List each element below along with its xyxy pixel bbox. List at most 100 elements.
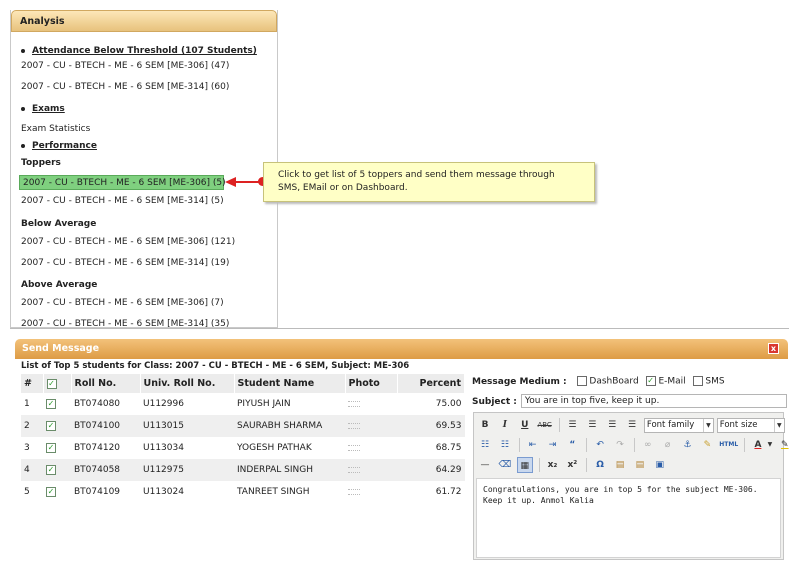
font-size-select[interactable]: Font size ▼	[716, 417, 785, 433]
table-header-row: # ✓ Roll No. Univ. Roll No. Student Name…	[21, 374, 465, 393]
above-average-item[interactable]: 2007 - CU - BTECH - ME - 6 SEM [ME-314] …	[21, 319, 229, 327]
font-family-select[interactable]: Font family ▼	[643, 417, 714, 433]
visual-aid-icon[interactable]: ▦	[516, 457, 533, 473]
align-justify-icon[interactable]: ☰	[624, 417, 640, 433]
medium-option-email[interactable]: ✓ E-Mail	[645, 376, 686, 387]
tooltip-line: SMS, EMail or on Dashboard.	[278, 183, 408, 193]
medium-option-label: E-Mail	[658, 376, 686, 387]
toppers-item[interactable]: 2007 - CU - BTECH - ME - 6 SEM [ME-314] …	[21, 196, 224, 206]
below-average-label: Below Average	[21, 219, 97, 229]
link-icon[interactable]: ∞	[640, 437, 656, 453]
attendance-item[interactable]: 2007 - CU - BTECH - ME - 6 SEM [ME-306] …	[21, 61, 229, 71]
anchor-icon[interactable]: ⚓	[680, 437, 696, 453]
row-select[interactable]: ✓	[43, 437, 71, 459]
align-right-icon[interactable]: ☰	[604, 417, 620, 433]
medium-option-dashboard[interactable]: DashBoard	[576, 376, 639, 387]
photo-placeholder-icon	[348, 466, 360, 473]
outdent-icon[interactable]: ⇤	[525, 437, 541, 453]
blockquote-icon[interactable]: “	[564, 437, 580, 453]
student-name: YOGESH PATHAK	[237, 443, 312, 453]
paste-icon[interactable]: ▤	[612, 457, 628, 473]
row-select[interactable]: ✓	[43, 415, 71, 437]
indent-icon[interactable]: ⇥	[545, 437, 561, 453]
text-color-icon[interactable]: A	[750, 437, 766, 453]
row-number: 5	[24, 487, 30, 497]
exam-statistics-link[interactable]: Exam Statistics	[21, 124, 90, 134]
univ-roll-no: U113015	[140, 415, 234, 437]
undo-icon[interactable]: ↶	[592, 437, 608, 453]
html-icon[interactable]: HTML	[719, 437, 738, 453]
photo	[345, 481, 397, 503]
special-char-icon[interactable]: Ω	[592, 457, 608, 473]
table-row: 3 ✓ BT074120 U113034 YOGESH PATHAK 68.75	[21, 437, 465, 459]
attendance-heading[interactable]: Attendance Below Threshold (107 Students…	[32, 46, 257, 56]
superscript-icon[interactable]: x²	[564, 457, 580, 473]
table-row: 1 ✓ BT074080 U112996 PIYUSH JAIN 75.00	[21, 393, 465, 415]
checkbox-icon[interactable]: ✓	[46, 378, 57, 389]
message-medium-label: Message Medium :	[472, 376, 567, 387]
redo-icon[interactable]: ↷	[612, 437, 628, 453]
subject-input[interactable]: You are in top five, keep it up.	[520, 394, 787, 408]
roll-no: BT074100	[71, 415, 140, 437]
table-row: 5 ✓ BT074109 U113024 TANREET SINGH 61.72	[21, 481, 465, 503]
student-name: TANREET SINGH	[237, 487, 310, 497]
photo	[345, 415, 397, 437]
horizontal-rule-icon[interactable]: —	[477, 457, 493, 473]
numbered-list-icon[interactable]: ☷	[497, 437, 513, 453]
bullet-list-icon[interactable]: ☷	[477, 437, 493, 453]
below-average-item[interactable]: 2007 - CU - BTECH - ME - 6 SEM [ME-314] …	[21, 258, 229, 268]
medium-option-sms[interactable]: SMS	[692, 376, 725, 387]
column-header: Univ. Roll No.	[140, 374, 235, 393]
toppers-item-highlighted[interactable]: 2007 - CU - BTECH - ME - 6 SEM [ME-306] …	[19, 175, 226, 190]
photo-placeholder-icon	[348, 422, 360, 429]
checkbox-icon[interactable]	[692, 376, 703, 386]
message-body[interactable]: Congratulations, you are in top 5 for th…	[476, 478, 781, 558]
chevron-down-icon[interactable]: ▼	[767, 437, 773, 453]
subject-label: Subject :	[472, 396, 517, 407]
percent: 61.72	[435, 487, 462, 497]
align-left-icon[interactable]: ☰	[564, 417, 580, 433]
medium-option-label: SMS	[705, 376, 725, 387]
remove-format-icon[interactable]: ⌫	[497, 457, 513, 473]
checkbox-icon[interactable]: ✓	[46, 486, 56, 497]
font-family-value: Font family	[646, 419, 695, 430]
photo	[345, 393, 397, 415]
cleanup-icon[interactable]: ✎	[699, 437, 715, 453]
underline-icon[interactable]: U	[517, 417, 533, 433]
performance-heading[interactable]: Performance	[32, 141, 97, 151]
roll-no: BT074109	[74, 487, 121, 497]
paste-text-icon[interactable]: ▤	[632, 457, 648, 473]
row-select[interactable]: ✓	[43, 459, 71, 481]
below-average-item[interactable]: 2007 - CU - BTECH - ME - 6 SEM [ME-306] …	[21, 237, 235, 247]
close-button[interactable]: x	[768, 343, 779, 354]
checkbox-icon[interactable]: ✓	[46, 464, 56, 475]
checkbox-icon[interactable]: ✓	[46, 420, 56, 431]
paste-word-icon[interactable]: ▣	[652, 457, 668, 473]
exams-heading[interactable]: Exams	[32, 104, 65, 114]
above-average-item[interactable]: 2007 - CU - BTECH - ME - 6 SEM [ME-306] …	[21, 298, 224, 308]
unlink-icon[interactable]: ⌀	[660, 437, 676, 453]
column-header: Student Name	[234, 374, 346, 393]
subscript-icon[interactable]: x₂	[545, 457, 561, 473]
above-average-label: Above Average	[21, 280, 98, 290]
checkbox-checked-icon[interactable]: ✓	[645, 376, 656, 386]
checkbox-icon[interactable]	[576, 376, 587, 386]
arrow-left-icon	[225, 177, 236, 187]
select-all-header[interactable]: ✓	[43, 374, 72, 393]
row-number: 3	[24, 443, 30, 453]
highlight-color-icon[interactable]: ✎	[777, 437, 789, 453]
attendance-item[interactable]: 2007 - CU - BTECH - ME - 6 SEM [ME-314] …	[21, 82, 229, 92]
row-select[interactable]: ✓	[43, 481, 71, 503]
checkbox-icon[interactable]: ✓	[46, 442, 56, 453]
student-name: INDERPAL SINGH	[234, 459, 345, 481]
row-select[interactable]: ✓	[43, 393, 71, 415]
italic-icon[interactable]: I	[497, 417, 513, 433]
students-table: # ✓ Roll No. Univ. Roll No. Student Name…	[21, 374, 465, 503]
attendance-heading-row: Attendance Below Threshold (107 Students…	[21, 46, 257, 56]
performance-heading-row: Performance	[21, 141, 97, 151]
checkbox-icon[interactable]: ✓	[46, 398, 56, 409]
align-center-icon[interactable]: ☰	[584, 417, 600, 433]
medium-option-label: DashBoard	[589, 376, 639, 387]
strikethrough-icon[interactable]: ABC	[537, 417, 553, 433]
bold-icon[interactable]: B	[477, 417, 493, 433]
